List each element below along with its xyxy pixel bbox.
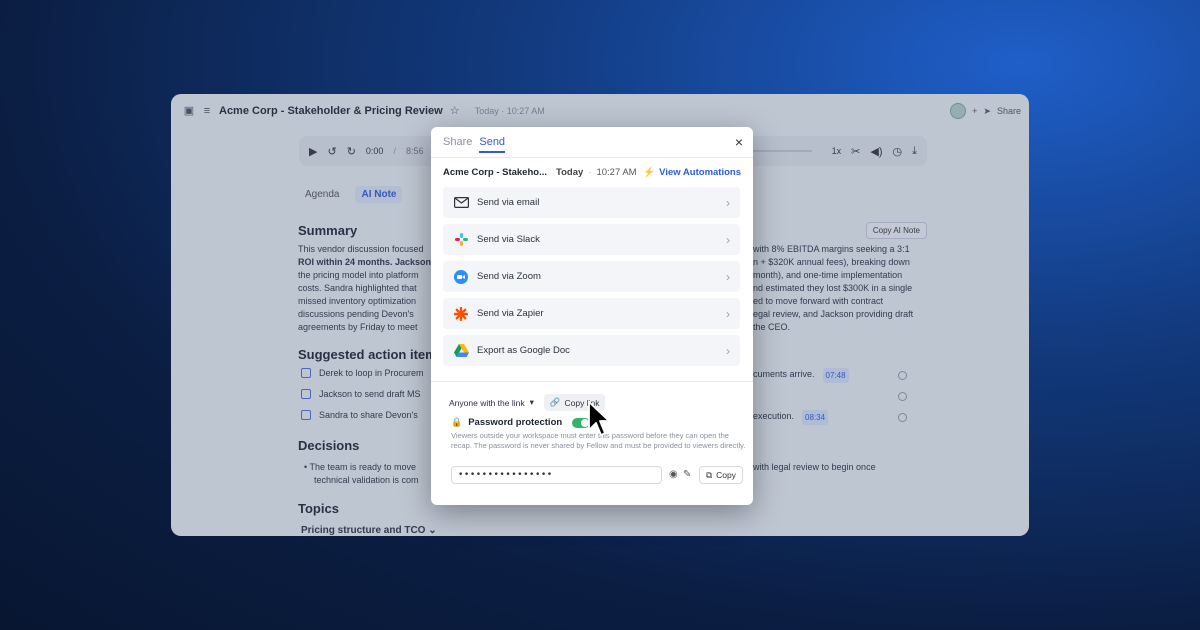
- modal-tabs: Share Send: [443, 136, 506, 153]
- send-via-zoom-button[interactable]: Send via Zoom ›: [443, 261, 740, 292]
- separator-dot: ·: [588, 167, 592, 178]
- zoom-icon: [453, 269, 469, 285]
- tab-send[interactable]: Send: [479, 136, 506, 153]
- lightning-icon: ⚡: [643, 167, 656, 178]
- password-field[interactable]: [451, 466, 662, 484]
- chevron-right-icon: ›: [726, 195, 730, 210]
- chevron-right-icon: ›: [726, 343, 730, 358]
- meeting-meta: Acme Corp - Stakeho... Today · 10:27 AM …: [443, 167, 741, 178]
- send-via-email-button[interactable]: Send via email ›: [443, 187, 740, 218]
- chevron-right-icon: ›: [726, 232, 730, 247]
- modal-meeting-time: 10:27 AM: [596, 167, 637, 178]
- google-drive-icon: [453, 343, 469, 359]
- share-send-modal: Share Send × Acme Corp - Stakeho... Toda…: [431, 127, 753, 505]
- send-via-zapier-button[interactable]: Send via Zapier ›: [443, 298, 740, 329]
- tab-share[interactable]: Share: [443, 136, 472, 153]
- password-protection-row: 🔒 Password protection: [451, 417, 591, 428]
- chevron-right-icon: ›: [726, 269, 730, 284]
- mail-icon: [453, 195, 469, 211]
- caret-down-icon: ▾: [529, 397, 534, 407]
- divider: [431, 157, 753, 158]
- link-access-dropdown[interactable]: Anyone with the link ▾: [449, 397, 534, 408]
- divider: [431, 381, 753, 382]
- mouse-cursor-icon: [588, 401, 610, 436]
- copy-password-button[interactable]: ⧉ Copy: [699, 466, 743, 484]
- export-google-doc-button[interactable]: Export as Google Doc ›: [443, 335, 740, 366]
- modal-meeting-date: Today: [556, 167, 584, 178]
- eye-icon[interactable]: ◉: [669, 469, 678, 480]
- zapier-icon: [453, 306, 469, 322]
- send-via-slack-button[interactable]: Send via Slack ›: [443, 224, 740, 255]
- chevron-right-icon: ›: [726, 306, 730, 321]
- lock-icon: 🔒: [451, 417, 463, 427]
- close-icon[interactable]: ×: [735, 135, 743, 149]
- link-icon: 🔗: [549, 397, 561, 407]
- slack-icon: [453, 232, 469, 248]
- modal-meeting-title: Acme Corp - Stakeho...: [443, 167, 547, 178]
- pencil-icon[interactable]: ✎: [683, 469, 691, 480]
- copy-icon: ⧉: [706, 469, 713, 480]
- password-protection-label: Password protection: [468, 417, 563, 428]
- view-automations-link[interactable]: ⚡ View Automations: [643, 167, 741, 178]
